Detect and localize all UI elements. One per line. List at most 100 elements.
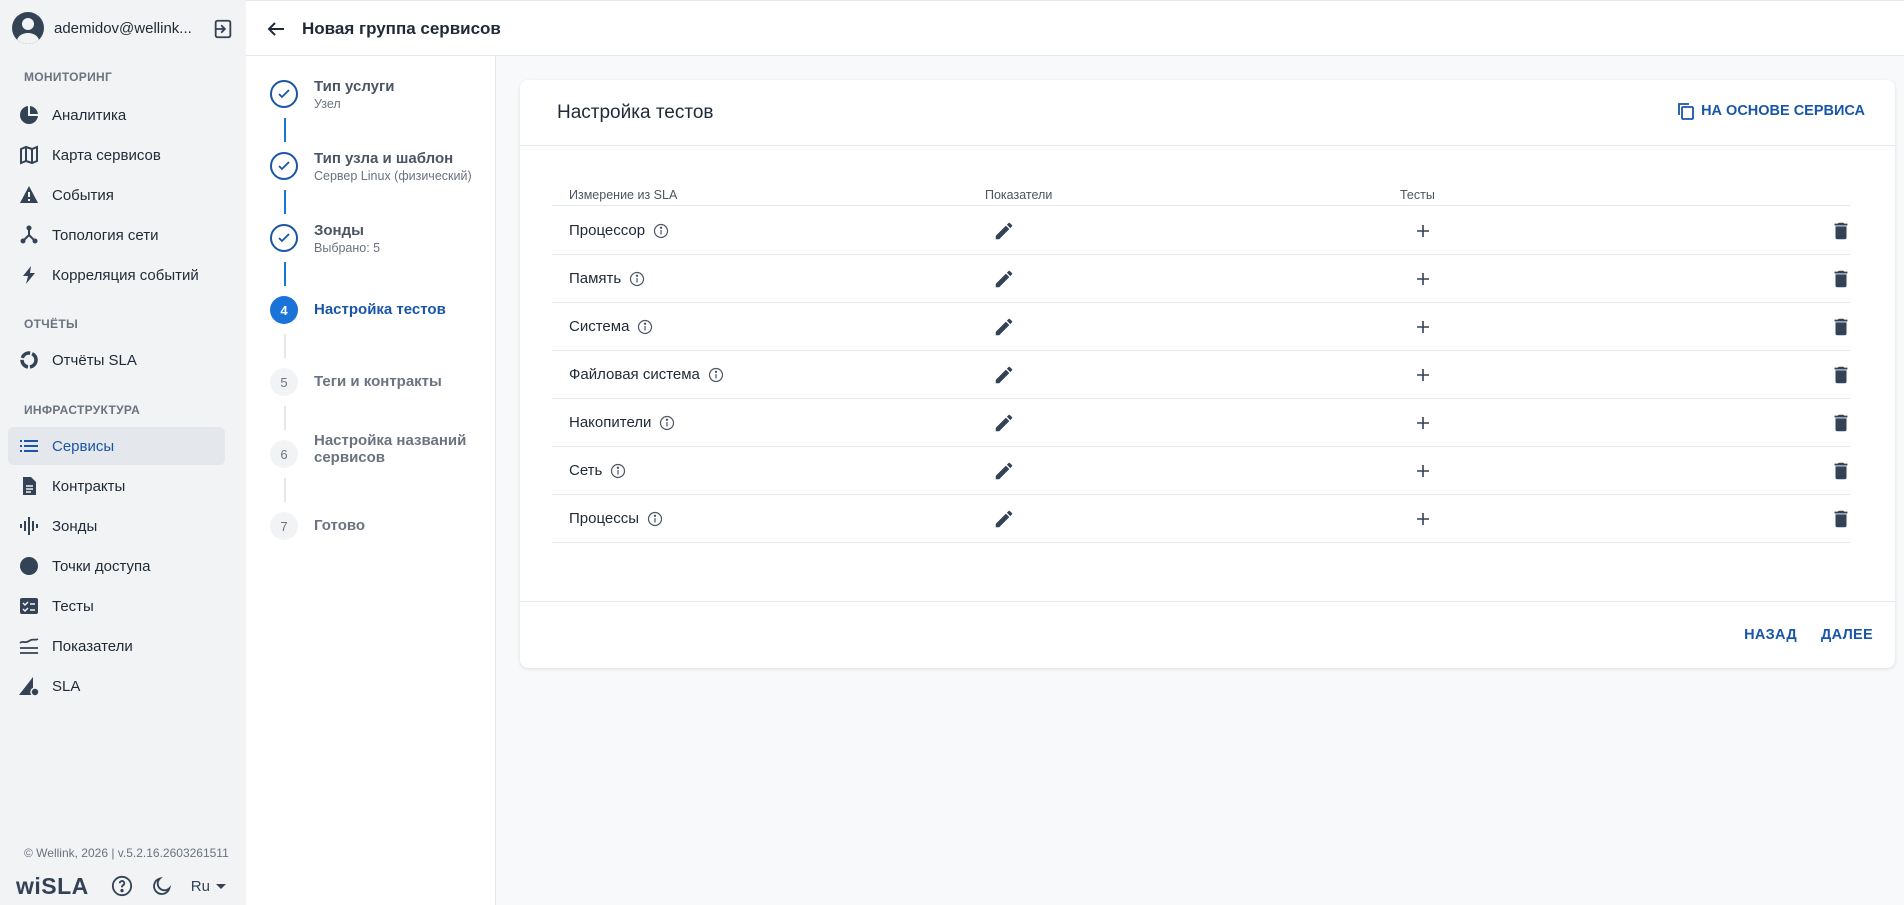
help-icon[interactable] — [111, 875, 133, 897]
step-number: 7 — [270, 512, 298, 540]
step-connector — [284, 406, 286, 430]
add-icon[interactable] — [1414, 318, 1432, 336]
sidebar-item-access-points[interactable]: Точки доступа — [8, 547, 225, 585]
info-icon[interactable] — [659, 415, 675, 431]
step-subtitle: Выбрано: 5 — [314, 241, 381, 255]
sla-dimension-cell: Накопители — [569, 414, 675, 431]
delete-icon[interactable] — [1830, 316, 1852, 338]
add-icon[interactable] — [1414, 222, 1432, 240]
waveform-icon — [18, 515, 40, 537]
sla-dimension-cell: Система — [569, 318, 653, 335]
arrow-back-icon[interactable] — [264, 17, 288, 41]
language-select[interactable]: Ru — [191, 878, 226, 895]
step-connector — [284, 478, 286, 502]
delete-icon[interactable] — [1830, 508, 1852, 530]
divider — [520, 145, 1895, 146]
sidebar-item-label: SLA — [52, 677, 81, 695]
sidebar-item-tests[interactable]: Тесты — [8, 587, 225, 625]
step-title: Настройка тестов — [314, 301, 446, 318]
document-icon — [18, 475, 40, 497]
table-row: Накопители — [552, 399, 1850, 447]
add-icon[interactable] — [1414, 366, 1432, 384]
donut-icon — [18, 349, 40, 371]
edit-icon[interactable] — [993, 460, 1015, 482]
table-row: Система — [552, 303, 1850, 351]
sla-dimension-cell: Процессор — [569, 222, 669, 239]
sidebar-item-contracts[interactable]: Контракты — [8, 467, 225, 505]
sidebar-item-topology[interactable]: Топология сети — [8, 216, 225, 254]
info-icon[interactable] — [637, 319, 653, 335]
add-icon[interactable] — [1414, 414, 1432, 432]
edit-icon[interactable] — [993, 220, 1015, 242]
sidebar-item-services[interactable]: Сервисы — [8, 427, 225, 465]
sidebar-item-label: Аналитика — [52, 106, 127, 124]
sidebar-item-metrics[interactable]: Показатели — [8, 627, 225, 665]
user-menu[interactable]: ademidov@wellink... — [12, 10, 234, 46]
edit-icon[interactable] — [993, 268, 1015, 290]
step-number: 5 — [270, 368, 298, 396]
delete-icon[interactable] — [1830, 460, 1852, 482]
delete-icon[interactable] — [1830, 412, 1852, 434]
step-number: 6 — [270, 440, 298, 468]
edit-icon[interactable] — [993, 364, 1015, 386]
step-connector — [284, 262, 286, 286]
sidebar-footer: wiSLA Ru — [16, 872, 236, 900]
back-button[interactable]: НАЗАД — [1744, 627, 1797, 643]
sidebar-item-probes[interactable]: Зонды — [8, 507, 225, 545]
edit-icon[interactable] — [993, 412, 1015, 434]
sidebar-item-label: Корреляция событий — [52, 266, 199, 284]
copyright: © Wellink, 2026 | v.5.2.16.2603261511 — [24, 846, 229, 860]
sidebar-item-correlation[interactable]: Корреляция событий — [8, 256, 225, 294]
user-name: ademidov@wellink... — [54, 19, 192, 37]
column-header-metrics: Показатели — [985, 188, 1053, 202]
map-icon — [18, 144, 40, 166]
dark-mode-icon[interactable] — [151, 875, 173, 897]
avatar-icon — [12, 12, 44, 44]
sidebar-item-label: Точки доступа — [52, 557, 151, 575]
based-on-service-button[interactable]: НА ОСНОВЕ СЕРВИСА — [1677, 102, 1865, 120]
step-title: Тип узла и шаблон — [314, 150, 454, 167]
sla-dimension-name: Накопители — [569, 414, 652, 431]
check-icon — [270, 224, 298, 252]
based-on-service-label: НА ОСНОВЕ СЕРВИСА — [1701, 103, 1865, 119]
info-icon[interactable] — [653, 223, 669, 239]
sla-dimension-cell: Файловая система — [569, 366, 724, 383]
add-icon[interactable] — [1414, 510, 1432, 528]
sla-dimension-name: Файловая система — [569, 366, 700, 383]
topology-icon — [18, 224, 40, 246]
edit-icon[interactable] — [993, 508, 1015, 530]
sidebar-item-events[interactable]: События — [8, 176, 225, 214]
sidebar-item-label: Контракты — [52, 477, 126, 495]
step-title: Готово — [314, 517, 366, 534]
next-button[interactable]: ДАЛЕЕ — [1821, 627, 1873, 643]
wizard-stepper: Тип услуги Узел Тип узла и шаблон Сервер… — [246, 56, 496, 905]
sla-dimension-cell: Память — [569, 270, 645, 287]
delete-icon[interactable] — [1830, 268, 1852, 290]
add-icon[interactable] — [1414, 462, 1432, 480]
step-subtitle: Сервер Linux (физический) — [314, 169, 472, 183]
info-icon[interactable] — [708, 367, 724, 383]
sidebar-item-sla[interactable]: SLA — [8, 667, 225, 705]
list-icon — [18, 435, 40, 457]
delete-icon[interactable] — [1830, 220, 1852, 242]
sidebar-item-label: Топология сети — [52, 226, 159, 244]
sidebar-item-service-map[interactable]: Карта сервисов — [8, 136, 225, 174]
delete-icon[interactable] — [1830, 364, 1852, 386]
step-title: Настройка названий сервисов — [314, 432, 467, 466]
info-icon[interactable] — [629, 271, 645, 287]
sidebar-item-analytics[interactable]: Аналитика — [8, 96, 225, 134]
divider — [520, 601, 1895, 602]
sla-dimension-cell: Процессы — [569, 510, 663, 527]
table-header: Измерение из SLA Показатели Тесты — [552, 178, 1850, 206]
language-label: Ru — [190, 877, 210, 895]
logout-icon[interactable] — [212, 18, 234, 40]
sidebar-item-label: Тесты — [52, 597, 94, 615]
sidebar-item-label: Сервисы — [52, 437, 115, 455]
info-icon[interactable] — [610, 463, 626, 479]
info-icon[interactable] — [647, 511, 663, 527]
metrics-icon — [18, 635, 40, 657]
check-icon — [270, 152, 298, 180]
edit-icon[interactable] — [993, 316, 1015, 338]
add-icon[interactable] — [1414, 270, 1432, 288]
sidebar-item-sla-reports[interactable]: Отчёты SLA — [8, 341, 225, 379]
